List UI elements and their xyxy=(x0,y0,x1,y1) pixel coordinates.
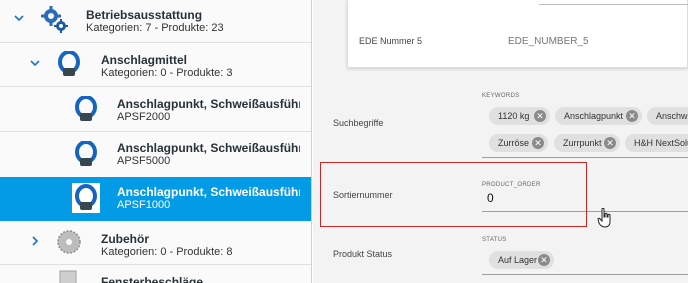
chip-label: Auf Lager xyxy=(498,255,538,265)
tree-item-title: Betriebsausstattung xyxy=(86,8,203,22)
tree-item-title: Anschlagpunkt, Schweißausführung, mit Fe… xyxy=(117,141,300,155)
ede-card: EDE Nummer 5 xyxy=(347,0,688,68)
tree-item-fensterbeschlaege[interactable]: Fensterbeschläge xyxy=(0,265,311,283)
tree-item-apsf1000[interactable]: Anschlagpunkt, Schweißausführung, mit Fe… xyxy=(0,177,311,221)
category-tree: Betriebsausstattung Kategorien: 7 - Prod… xyxy=(0,0,312,283)
close-icon[interactable]: ✕ xyxy=(538,254,550,266)
tree-item-betriebsausstattung[interactable]: Betriebsausstattung Kategorien: 7 - Prod… xyxy=(0,0,311,42)
tree-item-meta: Kategorien: 7 - Produkte: 23 xyxy=(86,22,224,34)
mouse-cursor-icon xyxy=(597,207,613,233)
field-underline xyxy=(539,4,688,5)
chevron-down-icon[interactable] xyxy=(30,57,40,71)
lifting-ring-icon xyxy=(75,95,97,127)
lifting-ring-icon xyxy=(72,183,100,213)
tree-item-apsf5000[interactable]: Anschlagpunkt, Schweißausführung, mit Fe… xyxy=(0,132,311,176)
keyword-chip[interactable]: Anschw xyxy=(647,107,688,125)
tree-item-anschlagmittel[interactable]: Anschlagmittel Kategorien: 0 - Produkte:… xyxy=(0,43,311,86)
suchbegriffe-label: Suchbegriffe xyxy=(333,118,384,128)
tree-item-sku: APSF5000 xyxy=(117,155,171,167)
keyword-chip[interactable]: H&H NextSolu xyxy=(625,134,688,152)
tree-item-sku: APSF1000 xyxy=(117,199,171,211)
ede-nummer-5-label: EDE Nummer 5 xyxy=(359,36,423,46)
lifting-ring-icon xyxy=(58,50,80,82)
keyword-chip[interactable]: 1120 kg ✕ xyxy=(489,107,550,125)
produkt-status-label: Produkt Status xyxy=(333,249,393,259)
tree-item-title: Fensterbeschläge xyxy=(101,275,204,283)
chip-label: 1120 kg xyxy=(498,111,530,121)
tree-item-title: Anschlagpunkt, Schweißausführung, mit Fe… xyxy=(117,185,300,199)
chip-label: Zurröse xyxy=(498,138,530,148)
chip-label: Zurrpunkt xyxy=(563,138,602,148)
chevron-down-icon[interactable] xyxy=(14,12,24,26)
ede-nummer-5-input[interactable] xyxy=(508,32,678,50)
tree-item-sku: APSF2000 xyxy=(117,111,171,123)
product-detail-panel: EDE Nummer 5 Suchbegriffe KEYWORDS 1120 … xyxy=(313,0,688,283)
tree-item-title: Zubehör xyxy=(101,232,149,246)
keywords-underline xyxy=(482,157,688,158)
tree-item-meta: Kategorien: 0 - Produkte: 3 xyxy=(101,67,233,79)
saw-blade-icon xyxy=(56,229,82,260)
highlight-box xyxy=(320,162,587,227)
chip-label: Anschlagpunkt xyxy=(564,111,624,121)
keywords-caption: KEYWORDS xyxy=(482,93,520,99)
status-chip[interactable]: Auf Lager ✕ xyxy=(489,251,554,269)
lifting-ring-icon xyxy=(75,140,97,172)
chip-label: Anschw xyxy=(656,111,688,121)
gears-icon xyxy=(40,4,70,39)
close-icon[interactable]: ✕ xyxy=(534,110,546,122)
keyword-chip[interactable]: Zurröse ✕ xyxy=(489,134,548,152)
tree-item-title: Anschlagpunkt, Schweißausführung, mit Fe… xyxy=(117,97,300,111)
tree-item-apsf2000[interactable]: Anschlagpunkt, Schweißausführung, mit Fe… xyxy=(0,87,311,131)
tree-item-meta: Kategorien: 0 - Produkte: 8 xyxy=(101,246,233,258)
status-caption: STATUS xyxy=(482,237,507,243)
chip-label: H&H NextSolu xyxy=(634,138,688,148)
keyword-chip[interactable]: Zurrpunkt ✕ xyxy=(554,134,620,152)
tree-item-zubehoer[interactable]: Zubehör Kategorien: 0 - Produkte: 8 xyxy=(0,221,311,264)
close-icon[interactable]: ✕ xyxy=(532,137,544,149)
close-icon[interactable]: ✕ xyxy=(626,110,638,122)
tree-item-title: Anschlagmittel xyxy=(101,53,188,67)
chevron-right-icon[interactable] xyxy=(30,235,40,249)
close-icon[interactable]: ✕ xyxy=(604,137,616,149)
status-underline xyxy=(482,274,688,275)
keyword-chip[interactable]: Anschlagpunkt ✕ xyxy=(555,107,642,125)
window-fitting-icon xyxy=(56,269,80,283)
